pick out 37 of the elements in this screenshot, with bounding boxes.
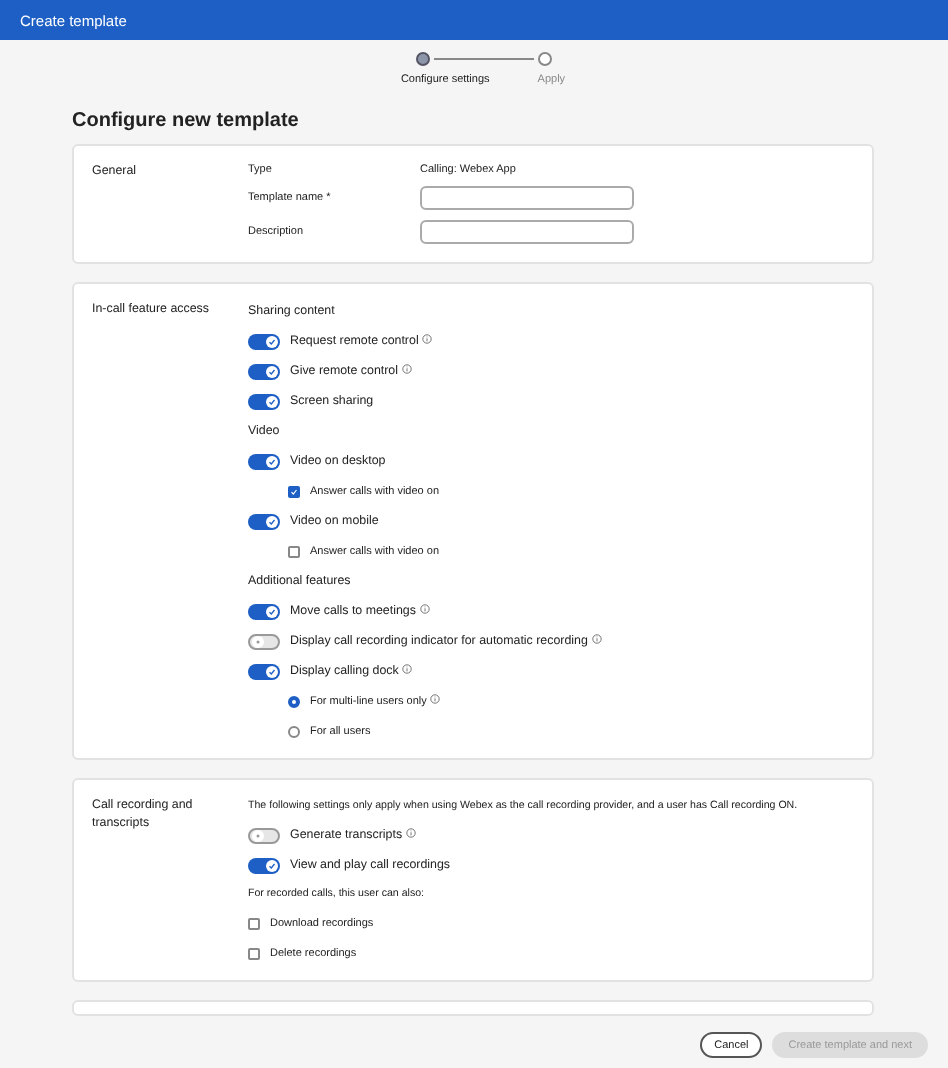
checkbox[interactable] <box>288 545 300 557</box>
check-icon <box>268 367 276 375</box>
dot-icon <box>254 637 262 645</box>
toggle-switch[interactable] <box>248 827 280 843</box>
toggle-switch[interactable] <box>248 857 280 873</box>
check-icon <box>268 397 276 405</box>
info-icon[interactable] <box>402 363 412 373</box>
input-field[interactable] <box>420 186 634 210</box>
toggle-switch[interactable] <box>248 513 280 529</box>
dot-icon <box>254 831 262 839</box>
info-icon[interactable] <box>402 663 413 673</box>
check-icon <box>268 861 276 869</box>
page-title: Configure new template <box>72 110 301 132</box>
toggle-switch[interactable] <box>248 393 280 409</box>
info-icon[interactable] <box>430 693 441 703</box>
toggle-switch[interactable] <box>248 363 280 379</box>
check-icon <box>268 607 276 615</box>
check-icon <box>268 337 276 345</box>
toggle-switch[interactable] <box>248 633 280 649</box>
info-icon[interactable] <box>406 827 417 837</box>
check-icon <box>268 517 276 525</box>
toggle-switch[interactable] <box>248 453 280 469</box>
info-icon[interactable] <box>419 603 430 613</box>
radio-button[interactable] <box>288 695 300 707</box>
check-icon <box>290 485 298 497</box>
radio-button[interactable] <box>288 725 300 737</box>
checkbox[interactable] <box>248 947 260 959</box>
info-icon[interactable] <box>591 633 602 643</box>
toggle-switch[interactable] <box>248 663 280 679</box>
checkbox[interactable] <box>248 917 260 929</box>
toggle-switch[interactable] <box>248 603 280 619</box>
toggle-switch[interactable] <box>248 333 280 349</box>
check-icon <box>268 457 276 465</box>
input-field[interactable] <box>420 220 634 244</box>
check-icon <box>268 667 276 675</box>
info-icon[interactable] <box>422 333 433 343</box>
checkbox[interactable] <box>288 485 300 497</box>
